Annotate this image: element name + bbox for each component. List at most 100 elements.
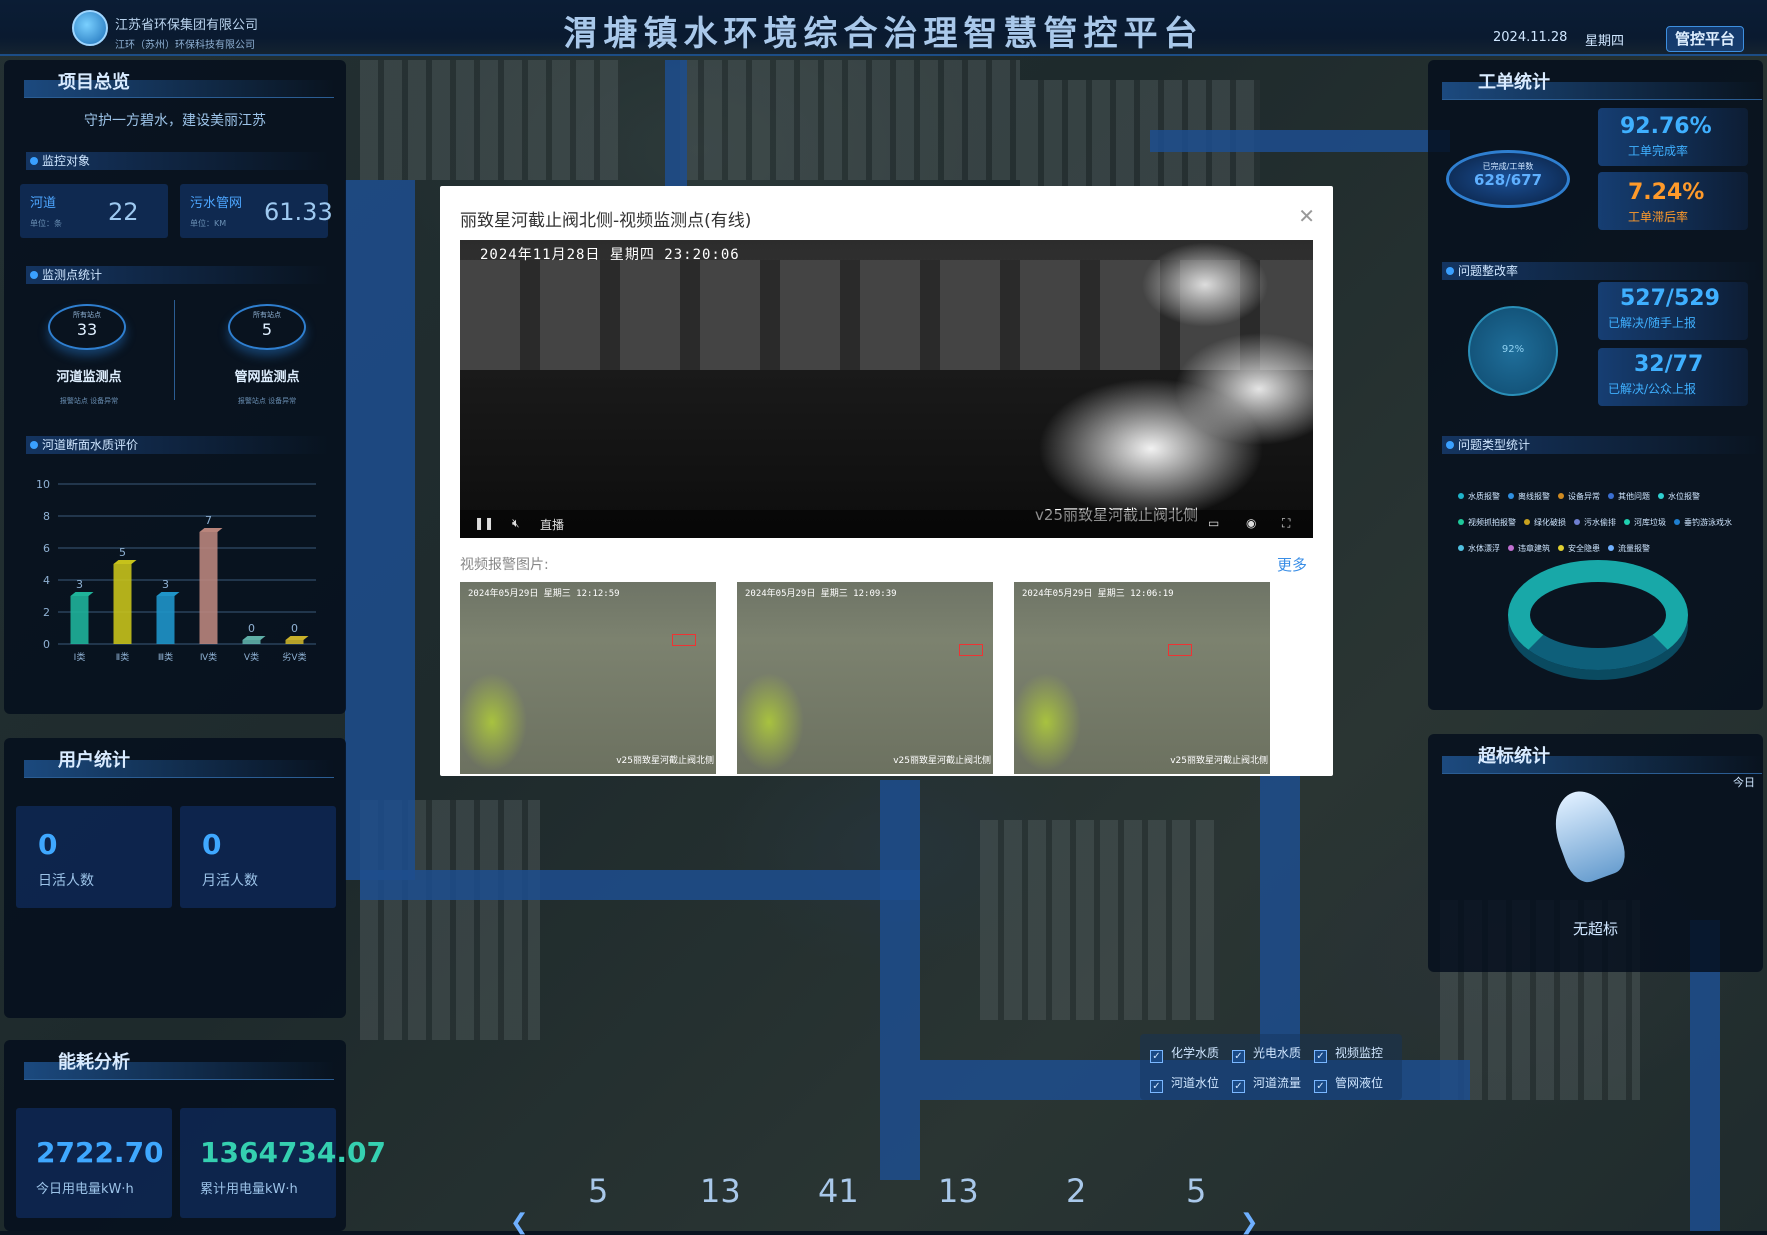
close-icon[interactable]: ✕ xyxy=(1298,204,1315,228)
issue-legend-item[interactable]: 设备异常 xyxy=(1558,491,1600,502)
layer-toggle-pipe[interactable]: ✓ 管网液位 xyxy=(1314,1074,1383,1093)
issue-legend-item[interactable]: 水质报警 xyxy=(1458,491,1500,502)
issue-legend-item[interactable]: 绿化破损 xyxy=(1524,517,1566,528)
exceed-panel: 超标统计 今日 无超标 xyxy=(1428,734,1763,972)
completion-rate-card[interactable]: 92.76% 工单完成率 xyxy=(1598,108,1748,166)
monthly-active-card[interactable]: 0 月活人数 xyxy=(180,806,336,908)
thumbnail-image xyxy=(460,644,540,774)
issue-legend-item[interactable]: 其他问题 xyxy=(1608,491,1650,502)
daily-active-label: 日活人数 xyxy=(38,873,94,889)
legend-label: 流量报警 xyxy=(1618,544,1650,553)
issue-legend-item[interactable]: 流量报警 xyxy=(1608,543,1650,554)
y-tick-label: 2 xyxy=(43,606,50,619)
no-exceed-text: 无超标 xyxy=(1572,920,1618,938)
card-label: 河道 xyxy=(30,196,57,211)
map-buildings xyxy=(680,60,1020,180)
ring-value: 628/677 xyxy=(1473,171,1543,189)
station-legend: 报警站点 设备异常 xyxy=(59,397,119,405)
bar xyxy=(70,596,89,644)
delay-rate-card[interactable]: 7.24% 工单滞后率 xyxy=(1598,172,1748,230)
map-river xyxy=(665,60,687,200)
resolved-snap-value: 527/529 xyxy=(1620,286,1720,311)
layer-toggle-level[interactable]: ✓ 河道水位 xyxy=(1150,1074,1219,1093)
layer-toggle-chemical[interactable]: ✓ 化学水质 xyxy=(1150,1044,1219,1063)
bottom-count[interactable]: 41 xyxy=(818,1172,859,1210)
resolved-public-card[interactable]: 32/77 已解决/公众上报 xyxy=(1598,348,1748,406)
issue-legend-item[interactable]: 离线报警 xyxy=(1508,491,1550,502)
bar-top xyxy=(242,636,266,640)
map-buildings xyxy=(980,820,1220,1020)
issue-legend-item[interactable]: 违章建筑 xyxy=(1508,543,1550,554)
issue-legend-item[interactable]: 水体漂浮 xyxy=(1458,543,1500,554)
bar xyxy=(156,596,175,644)
legend-dot xyxy=(1558,545,1564,551)
platform-button[interactable]: 管控平台 xyxy=(1666,26,1744,52)
thumbnail-caption: v25丽致星河截止阀北侧 xyxy=(1170,756,1268,766)
check-icon: ✓ xyxy=(1232,1050,1245,1063)
check-icon: ✓ xyxy=(1314,1080,1327,1093)
bar-top xyxy=(199,528,223,532)
bar-top xyxy=(70,592,94,596)
data-label: 5 xyxy=(119,546,126,559)
mute-icon[interactable]: 🔇︎ xyxy=(512,516,520,531)
issue-legend-item[interactable]: 视频抓拍报警 xyxy=(1458,517,1516,528)
alarm-thumbnail[interactable]: 2024年05月29日 星期三 12:12:59 v25丽致星河截止阀北侧 xyxy=(460,582,716,774)
camera-icon[interactable]: ◉ xyxy=(1246,516,1256,530)
daily-active-card[interactable]: 0 日活人数 xyxy=(16,806,172,908)
more-link[interactable]: 更多 xyxy=(1277,554,1307,575)
bar-top xyxy=(285,636,309,640)
section-title: 问题类型统计 xyxy=(1442,436,1762,454)
bottom-count[interactable]: 5 xyxy=(588,1172,608,1210)
map-river xyxy=(360,870,920,900)
bottom-count[interactable]: 13 xyxy=(938,1172,979,1210)
rectify-percent: 92% xyxy=(1501,344,1525,355)
legend-dot xyxy=(1658,493,1664,499)
total-energy-value: 1364734.07 xyxy=(200,1136,386,1169)
alarm-thumbnail[interactable]: 2024年05月29日 星期三 12:09:39 v25丽致星河截止阀北侧 xyxy=(737,582,993,774)
monitor-card-river[interactable]: 河道 单位：条 22 xyxy=(20,184,168,238)
map-river xyxy=(880,780,920,1180)
monitor-card-sewer[interactable]: 污水管网 单位：KM 61.33 xyxy=(180,184,333,238)
bottom-count[interactable]: 2 xyxy=(1066,1172,1086,1210)
thumbnail-caption: v25丽致星河截止阀北侧 xyxy=(616,756,714,766)
issue-legend-item[interactable]: 垂钓游泳戏水 xyxy=(1674,517,1732,528)
video-player[interactable]: 2024年11月28日 星期四 23:20:06 v25丽致星河截止阀北侧 ❚❚… xyxy=(460,240,1313,538)
issue-legend-item[interactable]: 水位报警 xyxy=(1658,491,1700,502)
next-arrow-icon[interactable]: ❯ xyxy=(1240,1210,1258,1235)
bar xyxy=(199,532,218,644)
resolved-public-label: 已解决/公众上报 xyxy=(1608,382,1697,396)
bar-top xyxy=(156,592,180,596)
today-energy-card[interactable]: 2722.70 今日用电量kW·h xyxy=(16,1108,172,1218)
pause-icon[interactable]: ❚❚ xyxy=(474,516,494,530)
resolved-snap-card[interactable]: 527/529 已解决/随手上报 xyxy=(1598,282,1748,340)
today-tab[interactable]: 今日 xyxy=(1733,774,1755,790)
layer-label: 河道流量 xyxy=(1253,1076,1302,1090)
issue-legend-item[interactable]: 污水偷排 xyxy=(1574,517,1616,528)
bottom-count[interactable]: 5 xyxy=(1186,1172,1206,1210)
panel-title: 项目总览 xyxy=(58,72,130,93)
legend-dot xyxy=(1608,493,1614,499)
issue-legend-item[interactable]: 安全隐患 xyxy=(1558,543,1600,554)
energy-panel: 能耗分析 2722.70 今日用电量kW·h 1364734.07 累计用电量k… xyxy=(4,1040,386,1231)
detection-box xyxy=(959,644,983,656)
layer-toggle-video[interactable]: ✓ 视频监控 xyxy=(1314,1044,1383,1063)
fullscreen-icon[interactable]: ⛶ xyxy=(1282,516,1290,531)
prev-arrow-icon[interactable]: ❮ xyxy=(510,1210,528,1235)
issue-legend-item[interactable]: 河库垃圾 xyxy=(1624,517,1666,528)
layer-toggle-photo[interactable]: ✓ 光电水质 xyxy=(1232,1044,1301,1063)
section-title: 监控对象 xyxy=(26,152,328,170)
today-energy-label: 今日用电量kW·h xyxy=(36,1182,134,1197)
bottom-count[interactable]: 13 xyxy=(700,1172,741,1210)
project-overview-panel: 项目总览 守护一方碧水，建设美丽江苏 监控对象 河道 单位：条 22 污水管网 … xyxy=(4,60,346,714)
video-timestamp: 2024年11月28日 星期四 23:20:06 xyxy=(480,247,740,263)
detection-box xyxy=(1168,644,1192,656)
total-energy-card[interactable]: 1364734.07 累计用电量kW·h xyxy=(180,1108,386,1218)
alarm-thumbnail[interactable]: 2024年05月29日 星期三 12:06:19 v25丽致星河截止阀北侧 xyxy=(1014,582,1270,774)
legend-dot xyxy=(1558,493,1564,499)
station-ring: 所有站点 5 xyxy=(228,304,306,350)
thumbnail-image xyxy=(737,644,817,774)
data-label: 3 xyxy=(162,578,169,591)
layer-toggle-flow[interactable]: ✓ 河道流量 xyxy=(1232,1074,1301,1093)
daily-active-value: 0 xyxy=(38,828,58,861)
screen-icon[interactable]: ▭ xyxy=(1208,516,1219,530)
